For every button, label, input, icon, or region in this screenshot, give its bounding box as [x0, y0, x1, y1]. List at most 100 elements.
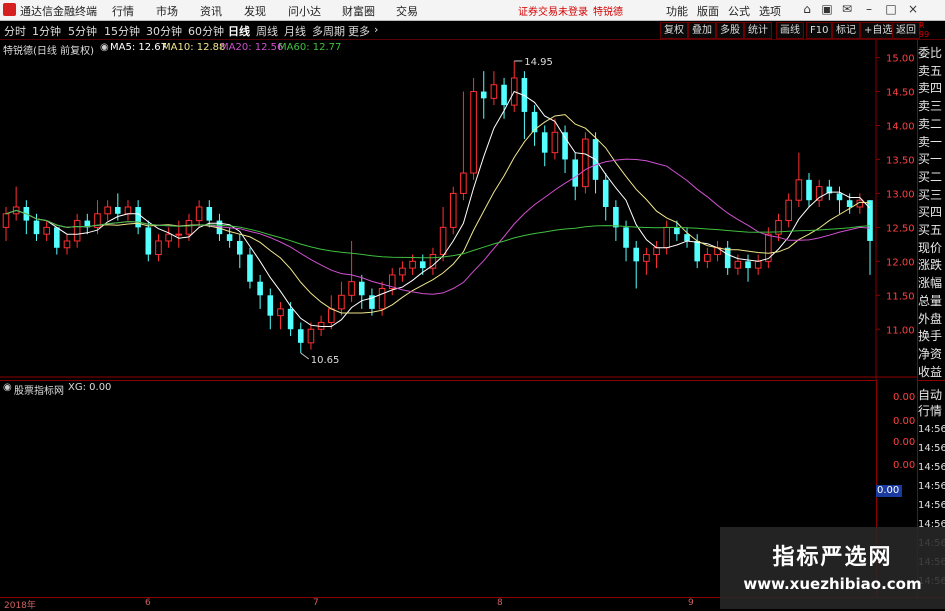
btn-huaxian[interactable]: 画线: [776, 22, 804, 39]
candle-body-25: [257, 281, 263, 296]
candle-body-79: [806, 179, 812, 201]
candle-body-7: [73, 220, 81, 242]
side-divider: [917, 380, 945, 381]
menu-zixun[interactable]: 资讯: [200, 3, 222, 19]
low-price-label-pointer: [300, 352, 310, 360]
period-multi[interactable]: 多周期: [312, 23, 345, 39]
side-hangqing[interactable]: 行情: [918, 402, 942, 419]
menu-banmian[interactable]: 版面: [697, 3, 719, 19]
date-label-7: 7: [313, 598, 319, 608]
candle-body-35: [358, 281, 365, 296]
price-axis-label-5: 12.50: [886, 223, 915, 234]
candle-body-54: [551, 131, 559, 154]
menu-xuanxiang[interactable]: 选项: [759, 3, 781, 19]
period-60min[interactable]: 60分钟: [188, 23, 224, 39]
candlestick-chart[interactable]: 15.00 14.50 14.00 13.50 13.00 12.50 12.00 11.50…: [0, 40, 917, 380]
btn-fanhui[interactable]: 返回: [892, 22, 920, 39]
btn-tongji[interactable]: 统计: [744, 22, 772, 39]
candle-body-6: [63, 240, 71, 249]
candle-body-43: [439, 226, 447, 256]
side-label-1: 卖五: [918, 63, 943, 78]
candle-body-60: [613, 207, 619, 228]
side-label-16: 换手: [918, 329, 943, 344]
menu-gongshi[interactable]: 公式: [728, 3, 750, 19]
candle-body-14: [145, 227, 152, 255]
user-icon[interactable]: ⌂: [800, 2, 814, 16]
period-weekly[interactable]: 周线: [256, 23, 278, 39]
side-label-4: 卖二: [918, 116, 943, 131]
btn-zixuan[interactable]: +自选: [860, 22, 897, 39]
side-label-2: 卖四: [918, 81, 943, 96]
candle-body-17: [175, 233, 183, 236]
candle-body-26: [267, 295, 274, 316]
period-1min[interactable]: 1分钟: [32, 23, 61, 39]
date-label-9: 9: [688, 598, 694, 608]
period-monthly[interactable]: 月线: [284, 23, 306, 39]
indicator-title: 股票指标网: [14, 386, 64, 397]
menu-hangqing[interactable]: 行情: [112, 3, 134, 19]
candle-body-65: [663, 226, 671, 249]
side-label-17: 净资: [918, 346, 943, 361]
indicator-axis-2: 0.00: [893, 416, 916, 427]
price-axis-label-8: 11.00: [886, 325, 915, 336]
candle-body-82: [836, 193, 843, 201]
btn-duogu[interactable]: 多股: [716, 22, 744, 39]
maximize-icon[interactable]: □: [884, 2, 898, 16]
candle-body-12: [124, 206, 132, 215]
menu-wenxiaoda[interactable]: 问小达: [288, 3, 321, 19]
indicator-xg: XG: 0.00: [68, 382, 112, 393]
price-axis-label-3: 13.50: [886, 155, 915, 166]
candle-body-28: [287, 308, 294, 330]
side-auto[interactable]: 自动: [918, 386, 942, 403]
candle-body-5: [54, 227, 60, 248]
side-label-14: 总量: [918, 293, 943, 308]
menu-gongneng[interactable]: 功能: [666, 3, 688, 19]
chevron-right-icon[interactable]: ›: [374, 23, 378, 36]
candle-body-48: [490, 84, 498, 99]
candle-body-74: [754, 260, 762, 269]
login-warning[interactable]: 证券交易未登录: [518, 3, 588, 18]
price-axis-label-4: 13.00: [886, 189, 915, 200]
side-label-18: 收益: [918, 364, 943, 379]
shirt-icon[interactable]: ▣: [820, 2, 834, 16]
btn-fuquan[interactable]: 复权: [660, 22, 688, 39]
btn-diejia[interactable]: 叠加: [688, 22, 716, 39]
btn-biaoji[interactable]: 标记: [832, 22, 860, 39]
candle-body-68: [694, 240, 700, 262]
candle-body-29: [297, 329, 304, 343]
candle-body-64: [653, 247, 660, 256]
mail-icon[interactable]: ✉: [840, 2, 854, 16]
candle-body-44: [449, 192, 457, 228]
date-label-6: 6: [145, 598, 151, 608]
candle-body-55: [562, 132, 568, 160]
high-price-label: 14.95: [524, 57, 553, 68]
minimize-icon[interactable]: –: [862, 2, 876, 16]
candle-body-10: [104, 206, 111, 215]
btn-f10[interactable]: F10: [806, 22, 833, 39]
settings-icon[interactable]: ◉: [3, 382, 12, 393]
menu-jiaoyi[interactable]: 交易: [396, 3, 418, 19]
price-axis-label-6: 12.00: [886, 257, 915, 268]
period-15min[interactable]: 15分钟: [104, 23, 140, 39]
close-icon[interactable]: ×: [906, 2, 920, 16]
candle-body-34: [348, 281, 355, 296]
menu-shichang[interactable]: 市场: [156, 3, 178, 19]
tick-time-1: 14:56: [918, 443, 945, 454]
candle-body-23: [236, 240, 243, 255]
period-more[interactable]: 更多: [348, 23, 370, 39]
watermark-url: www.xuezhibiao.com: [743, 575, 922, 593]
period-30min[interactable]: 30分钟: [146, 23, 182, 39]
period-fenshi[interactable]: 分时: [4, 23, 26, 39]
candle-body-39: [399, 267, 406, 276]
candle-body-16: [165, 233, 172, 242]
indicator-current-value: 0.00: [876, 485, 902, 497]
candle-body-57: [582, 138, 589, 188]
period-5min[interactable]: 5分钟: [68, 23, 97, 39]
candle-body-78: [795, 179, 803, 201]
price-axis-label-0: 15.00: [886, 54, 915, 65]
scroll-icon[interactable]: R 99: [919, 21, 929, 39]
period-daily[interactable]: 日线: [228, 23, 250, 39]
menu-caifuquan[interactable]: 财富圈: [342, 3, 375, 19]
menu-faxian[interactable]: 发现: [244, 3, 266, 19]
price-axis-label-2: 14.00: [886, 122, 915, 133]
